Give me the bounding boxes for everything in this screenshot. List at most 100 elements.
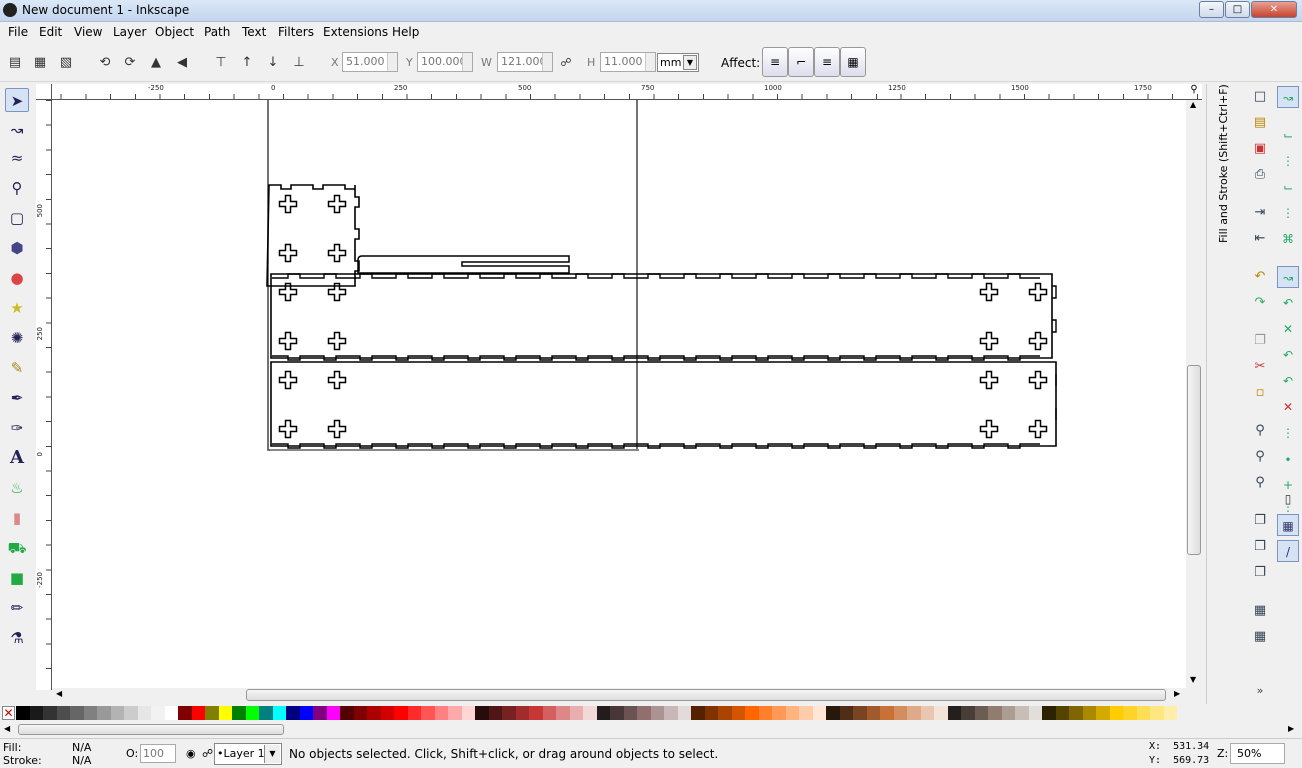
snap-intersection-icon[interactable]: ✕ — [1277, 318, 1299, 340]
ungroup-icon[interactable]: ▦ — [1249, 626, 1271, 648]
snap-bbox-edge-icon[interactable]: ⋮ — [1277, 150, 1299, 172]
color-swatch[interactable] — [191, 706, 205, 720]
color-swatch[interactable] — [691, 706, 705, 720]
visibility-icon[interactable]: ◉ — [186, 747, 196, 760]
palette-scrollbar[interactable]: ◀ ▶ — [0, 722, 1302, 738]
group-icon[interactable]: ▦ — [1249, 600, 1271, 622]
long-panel-1[interactable] — [270, 273, 1053, 359]
menu-path[interactable]: Path — [204, 25, 230, 39]
snap-smooth-icon[interactable]: ↶ — [1277, 370, 1299, 392]
color-swatch[interactable] — [394, 706, 408, 720]
color-swatch[interactable] — [907, 706, 921, 720]
fill-stroke-dock-tab[interactable]: Fill and Stroke (Shift+Ctrl+F) — [1217, 84, 1235, 254]
export-icon[interactable]: ⇤ — [1249, 228, 1271, 250]
connector-tool-icon[interactable]: ⚗ — [5, 626, 29, 650]
color-swatch[interactable] — [623, 706, 637, 720]
maximize-button[interactable]: □ — [1225, 1, 1250, 18]
menu-file[interactable]: File — [8, 25, 28, 39]
paste-icon[interactable]: ▫ — [1249, 382, 1271, 404]
star-tool-icon[interactable]: ★ — [5, 296, 29, 320]
zoom-tool-icon[interactable]: ⚲ — [5, 176, 29, 200]
lower-to-bottom-icon[interactable]: ⊥ — [290, 54, 308, 72]
color-swatch[interactable] — [502, 706, 516, 720]
palette-scroll-right-icon[interactable]: ▶ — [1288, 724, 1294, 733]
undo-icon[interactable]: ↶ — [1249, 266, 1271, 288]
color-swatch[interactable] — [569, 706, 583, 720]
duplicate-icon[interactable]: ❐ — [1249, 510, 1271, 532]
snap-nodes-icon[interactable]: ↝ — [1277, 266, 1299, 288]
snap-bbox-midpoint-icon[interactable]: ⋮ — [1277, 202, 1299, 224]
color-swatch[interactable] — [799, 706, 813, 720]
color-swatch[interactable] — [164, 706, 178, 720]
zoom-selection-icon[interactable]: ⚲ — [1249, 420, 1271, 442]
color-swatch[interactable] — [205, 706, 219, 720]
color-swatch[interactable] — [556, 706, 570, 720]
scale-corners-button[interactable]: ⌐ — [788, 47, 814, 77]
select-all-layers-icon[interactable]: ▦ — [31, 54, 49, 72]
zoom-drawing-icon[interactable]: ⚲ — [1249, 446, 1271, 468]
x-field[interactable]: 51.000 — [342, 52, 398, 72]
color-swatch[interactable] — [1082, 706, 1096, 720]
snap-bbox-icon[interactable]: ⌙ — [1277, 124, 1299, 146]
color-swatch[interactable] — [583, 706, 597, 720]
unit-select[interactable]: mm ▼ — [657, 53, 699, 72]
color-swatch[interactable] — [70, 706, 84, 720]
color-swatch[interactable] — [259, 706, 273, 720]
zoom-field[interactable]: 50% — [1230, 743, 1285, 764]
color-swatch[interactable] — [232, 706, 246, 720]
color-swatch[interactable] — [934, 706, 948, 720]
menu-edit[interactable]: Edit — [39, 25, 62, 39]
pen-tool-icon[interactable]: ✒ — [5, 386, 29, 410]
color-swatch[interactable] — [434, 706, 448, 720]
color-swatch[interactable] — [758, 706, 772, 720]
color-swatch[interactable] — [596, 706, 610, 720]
open-icon[interactable]: ▤ — [1249, 112, 1271, 134]
ellipse-tool-icon[interactable]: ● — [5, 266, 29, 290]
menu-view[interactable]: View — [74, 25, 102, 39]
color-swatch[interactable] — [461, 706, 475, 720]
color-swatch[interactable] — [880, 706, 894, 720]
scroll-up-icon[interactable]: ▲ — [1190, 100, 1196, 109]
color-swatch[interactable] — [610, 706, 624, 720]
spray-tool-icon[interactable]: ♨ — [5, 476, 29, 500]
color-swatch[interactable] — [124, 706, 138, 720]
menu-extensions[interactable]: Extensions — [323, 25, 388, 39]
color-swatch[interactable] — [286, 706, 300, 720]
3d-box-tool-icon[interactable]: ⬢ — [5, 236, 29, 260]
snap-toggle-icon[interactable]: ↝ — [1277, 86, 1299, 108]
w-field[interactable]: 121.000 — [497, 52, 553, 72]
color-swatch[interactable] — [1015, 706, 1029, 720]
color-swatch[interactable] — [137, 706, 151, 720]
color-swatch[interactable] — [16, 706, 30, 720]
color-swatch[interactable] — [866, 706, 880, 720]
menu-filters[interactable]: Filters — [278, 25, 314, 39]
color-swatch[interactable] — [29, 706, 43, 720]
color-swatch[interactable] — [1069, 706, 1083, 720]
snap-midpoint-icon[interactable]: ✕ — [1277, 396, 1299, 418]
zoom-page-icon[interactable]: ⚲ — [1249, 472, 1271, 494]
color-swatch[interactable] — [272, 706, 286, 720]
clone-icon[interactable]: ❐ — [1249, 536, 1271, 558]
color-swatch[interactable] — [704, 706, 718, 720]
move-gradients-button[interactable]: ≡ — [814, 47, 840, 77]
color-swatch[interactable] — [853, 706, 867, 720]
color-swatch[interactable] — [1150, 706, 1164, 720]
snap-bbox-center-icon[interactable]: ⌘ — [1277, 228, 1299, 250]
color-swatch[interactable] — [988, 706, 1002, 720]
color-swatch[interactable] — [772, 706, 786, 720]
color-swatch[interactable] — [1136, 706, 1150, 720]
color-swatch[interactable] — [340, 706, 354, 720]
color-swatch[interactable] — [1028, 706, 1042, 720]
color-swatch[interactable] — [650, 706, 664, 720]
color-swatch[interactable] — [110, 706, 124, 720]
unlink-clone-icon[interactable]: ❐ — [1249, 562, 1271, 584]
cut-icon[interactable]: ✂ — [1249, 356, 1271, 378]
redo-icon[interactable]: ↷ — [1249, 292, 1271, 314]
palette-scroll-thumb[interactable] — [18, 724, 284, 735]
rectangle-tool-icon[interactable]: ▢ — [5, 206, 29, 230]
color-swatch[interactable] — [893, 706, 907, 720]
color-swatch[interactable] — [826, 706, 840, 720]
color-swatch[interactable] — [920, 706, 934, 720]
snap-grid-icon[interactable]: ▦ — [1277, 514, 1299, 536]
color-swatch[interactable] — [313, 706, 327, 720]
